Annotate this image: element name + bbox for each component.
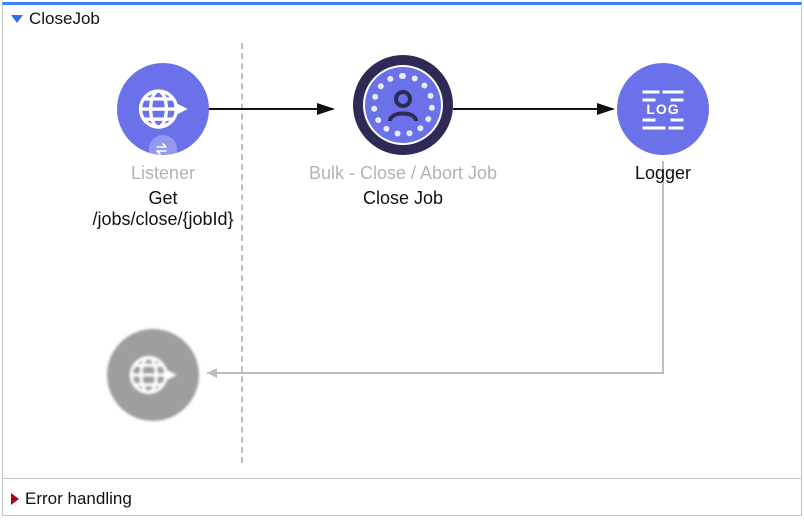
operation-icon xyxy=(353,55,453,155)
flow-title: CloseJob xyxy=(29,9,100,29)
logger-name-label: Logger xyxy=(603,163,723,184)
log-icon: LOG xyxy=(634,80,692,138)
globe-arrow-icon xyxy=(136,82,190,136)
listener-icon xyxy=(117,63,209,155)
exchange-badge-icon xyxy=(149,135,177,163)
globe-arrow-grey-icon xyxy=(127,349,179,401)
operation-node[interactable]: Bulk - Close / Abort Job Close Job xyxy=(283,59,523,209)
svg-text:LOG: LOG xyxy=(646,101,679,117)
listener-node[interactable]: Listener Get /jobs/close/{jobId} xyxy=(83,63,243,230)
logger-node[interactable]: LOG Logger xyxy=(603,63,723,184)
response-node[interactable] xyxy=(103,329,203,421)
section-header-flow[interactable]: CloseJob xyxy=(3,5,801,33)
response-icon xyxy=(107,329,199,421)
section-header-error[interactable]: Error handling xyxy=(3,485,801,513)
operation-type-label: Bulk - Close / Abort Job xyxy=(283,163,523,184)
flow-panel: CloseJob xyxy=(2,2,802,516)
listener-name-label: Get /jobs/close/{jobId} xyxy=(83,188,243,230)
expand-icon xyxy=(11,493,19,505)
error-section-title: Error handling xyxy=(25,489,132,509)
listener-type-label: Listener xyxy=(83,163,243,184)
operation-name-label: Close Job xyxy=(283,188,523,209)
collapse-icon xyxy=(11,15,23,23)
section-divider xyxy=(3,478,801,479)
flow-canvas[interactable]: Listener Get /jobs/close/{jobId} Bulk - … xyxy=(3,33,801,473)
logger-icon: LOG xyxy=(617,63,709,155)
